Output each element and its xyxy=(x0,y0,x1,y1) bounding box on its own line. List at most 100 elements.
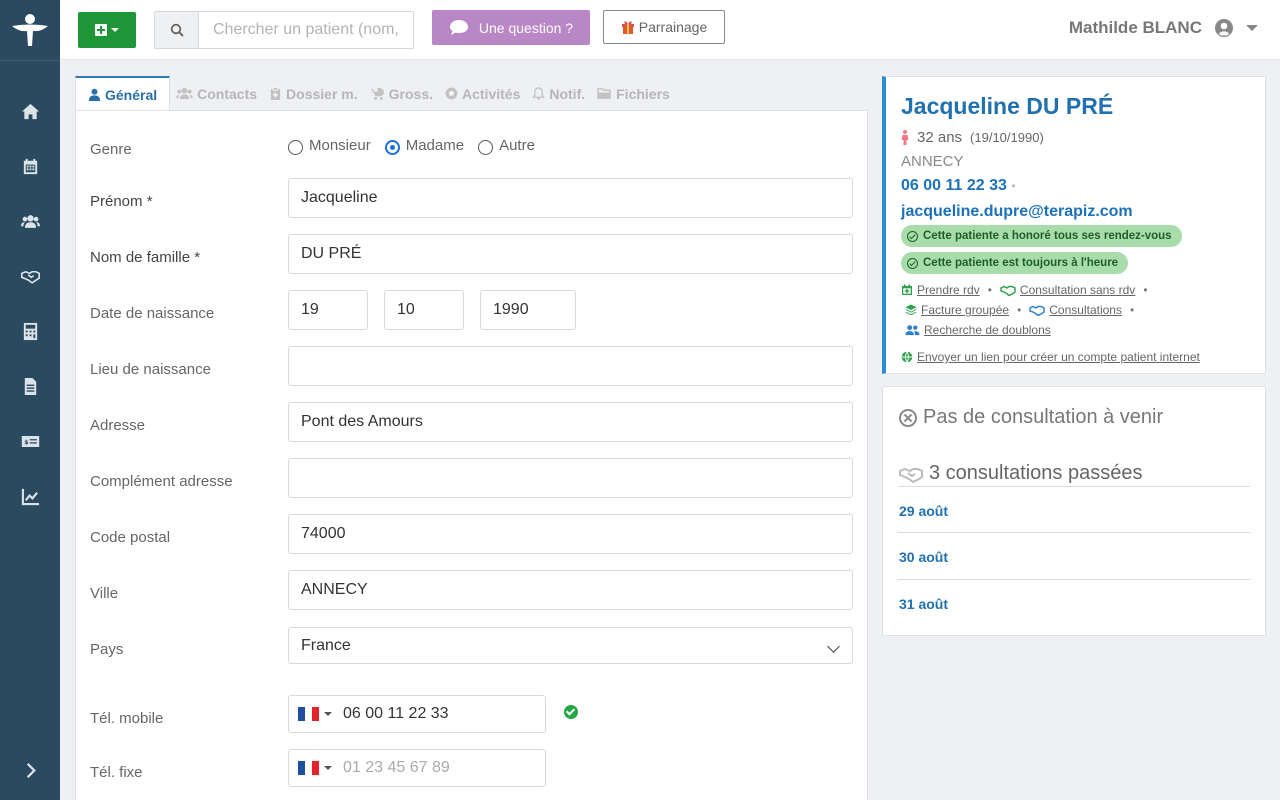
tab-general[interactable]: Général xyxy=(75,76,171,111)
france-flag-icon[interactable] xyxy=(298,707,319,721)
pays-select[interactable]: France xyxy=(288,627,853,664)
patient-city: ANNECY xyxy=(901,153,964,170)
patient-phone-link[interactable]: 06 00 11 22 33 xyxy=(901,177,1007,194)
tab-fichiers[interactable]: Fichiers xyxy=(591,76,676,111)
sidebar-item-consultations[interactable] xyxy=(0,256,60,296)
patient-age: 32 ans (19/10/1990) xyxy=(901,129,1044,146)
age-text: 32 ans xyxy=(917,129,963,146)
sidebar-item-billing[interactable]: $ xyxy=(0,421,60,461)
users-icon xyxy=(176,87,193,100)
search-input[interactable] xyxy=(199,12,413,48)
ville-label: Ville xyxy=(90,585,119,602)
tab-grossesse[interactable]: Gross. xyxy=(364,76,439,111)
handshake-icon xyxy=(20,270,40,284)
radio-monsieur[interactable]: Monsieur xyxy=(288,137,371,155)
lieu-input[interactable] xyxy=(288,346,853,386)
divider xyxy=(898,486,1250,487)
tab-label: Contacts xyxy=(197,85,258,102)
handshake-icon xyxy=(899,467,923,483)
globe-icon xyxy=(901,351,913,363)
tab-dossier[interactable]: Dossier m. xyxy=(263,76,364,111)
upcoming-heading: Pas de consultation à venir xyxy=(899,406,1163,429)
caret-down-icon xyxy=(1246,25,1258,31)
plus-square-icon xyxy=(95,24,107,36)
adresse-input[interactable]: Pont des Amours xyxy=(288,402,853,442)
pays-label: Pays xyxy=(90,641,124,658)
check-circle-icon xyxy=(907,230,918,242)
money-check-icon: $ xyxy=(21,435,39,447)
past-consultation-item[interactable]: 29 août xyxy=(899,503,948,519)
france-flag-icon[interactable] xyxy=(298,761,319,775)
sidebar-expand-button[interactable] xyxy=(0,750,60,790)
birth-month-input[interactable]: 10 xyxy=(384,290,464,330)
patient-links-row-3: Recherche de doublons xyxy=(905,323,1051,337)
patient-summary-card: Jacqueline DU PRÉ 32 ans (19/10/1990) AN… xyxy=(882,76,1266,374)
complement-label: Complément adresse xyxy=(90,473,233,490)
sidebar-item-accounting[interactable] xyxy=(0,311,60,351)
caret-down-icon xyxy=(111,28,119,32)
users-icon xyxy=(20,214,40,228)
birth-date-text: (19/10/1990) xyxy=(970,130,1044,145)
tab-notifications[interactable]: Notif. xyxy=(526,76,591,111)
tab-activites[interactable]: Activités xyxy=(439,76,526,111)
past-consultation-item[interactable]: 30 août xyxy=(899,549,948,565)
cp-input[interactable]: 74000 xyxy=(288,514,853,554)
fixe-input[interactable]: 01 23 45 67 89 xyxy=(288,749,546,787)
caret-down-icon xyxy=(324,712,332,716)
consultations-card: Pas de consultation à venir 3 consultati… xyxy=(882,386,1266,636)
adresse-label: Adresse xyxy=(90,417,146,434)
ville-input[interactable]: ANNECY xyxy=(288,570,853,610)
user-menu[interactable]: Mathilde BLANC xyxy=(1069,18,1258,38)
radio-madame[interactable]: Madame xyxy=(384,137,464,155)
sidebar: $ xyxy=(0,0,60,800)
mobile-input[interactable]: 06 00 11 22 33 xyxy=(288,695,546,733)
users-icon xyxy=(905,325,920,336)
patient-links-row-1: Prendre rdv • Consultation sans rdv • xyxy=(901,283,1152,297)
search-button[interactable] xyxy=(155,12,199,48)
new-item-button[interactable] xyxy=(78,12,136,48)
divider xyxy=(898,532,1250,533)
past-consultation-item[interactable]: 31 août xyxy=(899,596,948,612)
patient-links-row-4: Envoyer un lien pour créer un compte pat… xyxy=(901,350,1200,364)
nom-input[interactable]: DU PRÉ xyxy=(288,234,853,274)
sidebar-item-documents[interactable] xyxy=(0,366,60,406)
patient-email-link[interactable]: jacqueline.dupre@terapiz.com xyxy=(901,203,1133,221)
tab-label: Général xyxy=(105,86,158,103)
patient-links-row-2: Facture groupée • Consultations • xyxy=(905,303,1138,317)
prendre-rdv-link[interactable]: Prendre rdv xyxy=(917,283,980,297)
parrainage-label: Parrainage xyxy=(638,19,708,35)
birth-year-input[interactable]: 1990 xyxy=(480,290,576,330)
sidebar-item-patients[interactable] xyxy=(0,201,60,241)
svg-text:$: $ xyxy=(24,438,28,445)
recherche-doublons-link[interactable]: Recherche de doublons xyxy=(924,323,1051,337)
prenom-input[interactable]: Jacqueline xyxy=(288,178,853,218)
sidebar-item-calendar[interactable] xyxy=(0,146,60,186)
consultations-link[interactable]: Consultations xyxy=(1049,303,1122,317)
patient-name: Jacqueline DU PRÉ xyxy=(901,93,1114,119)
complement-input[interactable] xyxy=(288,458,853,498)
sidebar-item-home[interactable] xyxy=(0,91,60,131)
nom-label: Nom de famille * xyxy=(90,249,201,266)
radio-autre[interactable]: Autre xyxy=(478,137,535,155)
question-button[interactable]: Une question ? xyxy=(432,10,590,45)
home-icon xyxy=(21,103,39,119)
tab-contacts[interactable]: Contacts xyxy=(170,76,263,111)
check-circle-icon xyxy=(907,257,918,269)
baby-carriage-icon xyxy=(370,87,384,100)
facture-groupee-link[interactable]: Facture groupée xyxy=(921,303,1009,317)
app-logo[interactable] xyxy=(0,0,60,61)
sidebar-item-statistics[interactable] xyxy=(0,476,60,516)
tab-label: Fichiers xyxy=(616,85,670,102)
calendar-icon xyxy=(23,158,37,174)
layers-icon xyxy=(905,304,917,316)
chevron-right-icon xyxy=(26,762,36,778)
prenom-label: Prénom * xyxy=(90,193,153,210)
comment-icon xyxy=(449,20,468,35)
birth-day-input[interactable]: 19 xyxy=(288,290,368,330)
envoyer-lien-compte-link[interactable]: Envoyer un lien pour créer un compte pat… xyxy=(917,350,1200,364)
patient-search xyxy=(154,11,414,49)
parrainage-button[interactable]: Parrainage xyxy=(603,10,725,44)
clipboard-icon xyxy=(270,87,281,100)
consultation-sans-rdv-link[interactable]: Consultation sans rdv xyxy=(1020,283,1135,297)
tab-label: Gross. xyxy=(388,85,433,102)
